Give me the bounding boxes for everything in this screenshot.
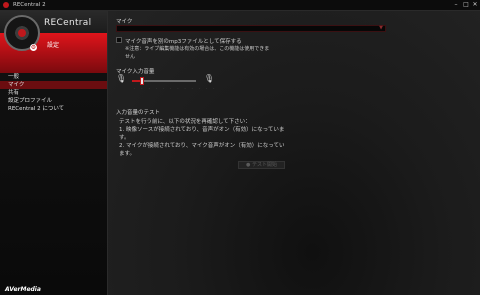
title-bar: RECentral 2 – □ ✕ (0, 0, 480, 11)
settings-gear-icon: ⚙ (30, 44, 37, 51)
sidebar-item-share[interactable]: 共有 (0, 89, 107, 97)
mic-section-title: マイク (116, 19, 133, 25)
test-instructions-line4: 2. マイクが接続されており、マイク音声がオン（有効）になってい (119, 143, 285, 149)
sidebar-item-mic[interactable]: マイク (0, 81, 107, 89)
avermedia-logo: AVerMedia (5, 286, 41, 293)
test-instructions-line3: す。 (119, 135, 130, 141)
mic-high-icon: 🎙 (204, 74, 215, 83)
test-instructions-line2: 1. 映像ソースが接続されており、音声がオン（有効）になっていま (119, 127, 285, 133)
reel-center-icon (18, 29, 26, 37)
save-mp3-note: ※注意：ライブ編集機能は有効の場合は、この機能は使用できま (125, 46, 270, 52)
recentral-logo-icon: ⚙ (4, 15, 40, 51)
save-mp3-checkbox[interactable] (116, 37, 122, 43)
sidebar: RECentral 設定 ⚙ 一般 マイク 共有 設定プロファイル RECent… (0, 11, 108, 295)
sidebar-item-profile[interactable]: 設定プロファイル (0, 97, 107, 105)
minimize-button[interactable]: – (451, 0, 461, 10)
mic-device-select[interactable]: ▼ (116, 25, 386, 32)
mic-volume-slider[interactable] (132, 77, 196, 85)
save-mp3-note-cont: せん (125, 54, 136, 60)
mic-volume-thumb[interactable] (139, 77, 144, 85)
start-test-label: テスト開始 (251, 162, 277, 168)
test-instructions-line1: テストを行う前に、以下の状況を再確認して下さい： (119, 119, 251, 125)
main-panel: マイク ▼ マイク音声を別のmp3ファイルとして保存する ※注意：ライブ編集機能… (108, 11, 480, 295)
start-test-button[interactable]: ● テスト開始 (238, 161, 285, 169)
test-instructions-line5: ます。 (119, 151, 135, 157)
close-button[interactable]: ✕ (470, 0, 480, 10)
sidebar-item-about[interactable]: RECentral 2 について (0, 105, 107, 113)
window-title: RECentral 2 (13, 2, 46, 8)
level-meter: · · · · · · · · · · · · (134, 86, 217, 92)
input-test-title: 入力音量のテスト (116, 110, 161, 116)
brand-name: RECentral (44, 18, 92, 28)
sidebar-nav: 一般 マイク 共有 設定プロファイル RECentral 2 について (0, 73, 107, 113)
settings-label: 設定 (47, 42, 60, 49)
save-mp3-label: マイク音声を別のmp3ファイルとして保存する (125, 39, 242, 45)
app-icon (3, 2, 9, 8)
chevron-down-icon: ▼ (379, 25, 383, 31)
record-icon: ● (246, 162, 251, 168)
mic-low-icon: 🎙 (116, 74, 127, 83)
sidebar-item-general[interactable]: 一般 (0, 73, 107, 81)
